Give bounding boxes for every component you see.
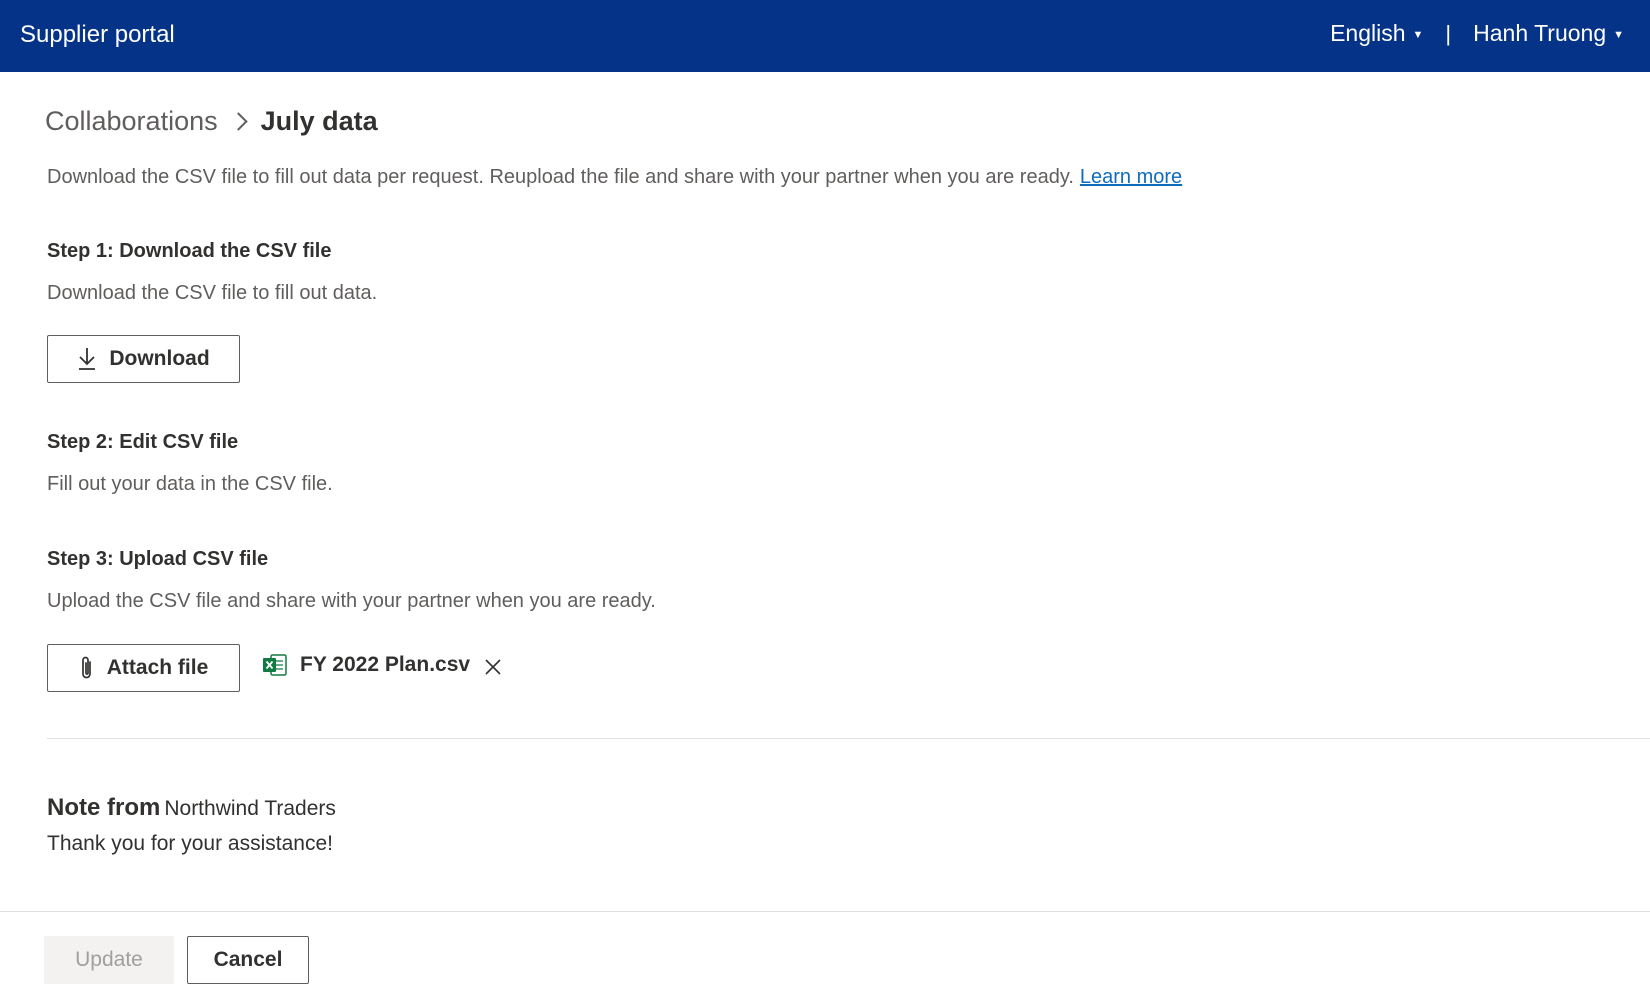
caret-down-icon: ▼	[1613, 28, 1624, 41]
footer-divider	[0, 911, 1650, 912]
attached-file-name: FY 2022 Plan.csv	[300, 653, 471, 676]
attach-file-label: Attach file	[106, 656, 209, 679]
step1-description: Download the CSV file to fill out data.	[47, 282, 378, 304]
header-separator: |	[1445, 20, 1452, 46]
cancel-label: Cancel	[213, 948, 283, 971]
language-label: English	[1330, 20, 1406, 46]
intro-text: Download the CSV file to fill out data p…	[47, 166, 1182, 189]
step3-title: Step 3: Upload CSV file	[47, 548, 269, 570]
attach-file-button[interactable]: Attach file	[47, 644, 240, 692]
excel-file-icon	[262, 653, 288, 677]
app-title: Supplier portal	[20, 21, 175, 48]
intro-description: Download the CSV file to fill out data p…	[47, 166, 1074, 188]
top-bar: Supplier portal English ▼ | Hanh Truong …	[0, 0, 1650, 72]
cancel-button[interactable]: Cancel	[187, 936, 309, 984]
breadcrumb-collaborations[interactable]: Collaborations	[45, 106, 218, 137]
paperclip-icon	[79, 655, 95, 681]
note-header: Note from Northwind Traders	[47, 794, 336, 822]
step3-description: Upload the CSV file and share with your …	[47, 590, 656, 612]
download-icon	[77, 347, 97, 371]
user-name: Hanh Truong	[1473, 20, 1607, 46]
section-divider	[47, 738, 1650, 739]
header-menus: English ▼ | Hanh Truong ▼	[1330, 20, 1624, 47]
note-label: Note from	[47, 794, 161, 821]
learn-more-link[interactable]: Learn more	[1080, 166, 1182, 188]
step1-title: Step 1: Download the CSV file	[47, 240, 332, 262]
chevron-right-icon	[228, 112, 248, 131]
caret-down-icon: ▼	[1412, 28, 1424, 41]
download-label: Download	[109, 347, 210, 370]
user-menu[interactable]: Hanh Truong ▼	[1473, 20, 1624, 47]
remove-file-close-icon[interactable]	[484, 658, 502, 676]
breadcrumb: Collaborations July data	[45, 106, 378, 137]
update-button[interactable]: Update	[44, 936, 174, 984]
download-button[interactable]: Download	[47, 335, 240, 383]
step2-title: Step 2: Edit CSV file	[47, 431, 239, 453]
language-menu[interactable]: English ▼	[1330, 20, 1423, 47]
note-message: Thank you for your assistance!	[47, 832, 333, 855]
note-sender: Northwind Traders	[164, 797, 336, 820]
attached-file: FY 2022 Plan.csv	[262, 653, 470, 677]
step2-description: Fill out your data in the CSV file.	[47, 473, 333, 495]
page-title: July data	[260, 106, 378, 136]
